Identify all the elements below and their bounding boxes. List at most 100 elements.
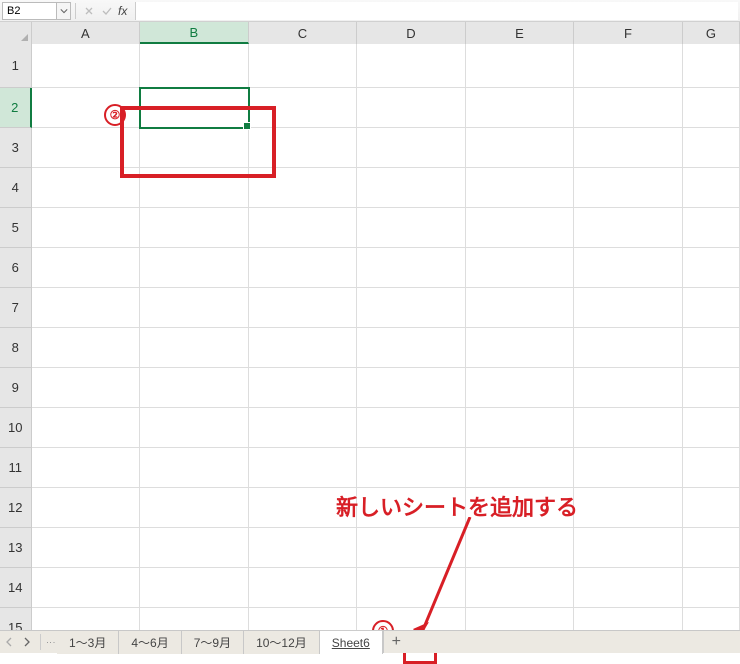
cell-E10[interactable] bbox=[466, 408, 575, 448]
cell-C2[interactable] bbox=[249, 88, 358, 128]
cell-D14[interactable] bbox=[357, 568, 466, 608]
cell-D2[interactable] bbox=[357, 88, 466, 128]
cell-D1[interactable] bbox=[357, 44, 466, 88]
sheet-tab-1～3月[interactable]: 1～3月 bbox=[57, 631, 119, 654]
cell-A10[interactable] bbox=[32, 408, 141, 448]
cell-D11[interactable] bbox=[357, 448, 466, 488]
cell-C10[interactable] bbox=[249, 408, 358, 448]
cell-F2[interactable] bbox=[574, 88, 683, 128]
row-header-10[interactable]: 10 bbox=[0, 408, 32, 448]
cell-G14[interactable] bbox=[683, 568, 740, 608]
cell-C4[interactable] bbox=[249, 168, 358, 208]
select-all-corner[interactable] bbox=[0, 22, 32, 44]
cell-F9[interactable] bbox=[574, 368, 683, 408]
cell-E6[interactable] bbox=[466, 248, 575, 288]
sheet-nav-prev[interactable] bbox=[0, 631, 18, 653]
cell-B1[interactable] bbox=[140, 44, 249, 88]
row-header-12[interactable]: 12 bbox=[0, 488, 32, 528]
column-header-D[interactable]: D bbox=[357, 22, 466, 44]
cell-G9[interactable] bbox=[683, 368, 740, 408]
cell-F5[interactable] bbox=[574, 208, 683, 248]
cell-C3[interactable] bbox=[249, 128, 358, 168]
name-box-dropdown[interactable] bbox=[57, 2, 71, 20]
sheet-tab-4～6月[interactable]: 4～6月 bbox=[119, 631, 181, 654]
cell-A4[interactable] bbox=[32, 168, 141, 208]
cell-C14[interactable] bbox=[249, 568, 358, 608]
cell-E5[interactable] bbox=[466, 208, 575, 248]
cell-D4[interactable] bbox=[357, 168, 466, 208]
cell-F10[interactable] bbox=[574, 408, 683, 448]
sheet-tab-Sheet6[interactable]: Sheet6 bbox=[320, 630, 383, 654]
row-header-3[interactable]: 3 bbox=[0, 128, 32, 168]
cell-C1[interactable] bbox=[249, 44, 358, 88]
cell-A7[interactable] bbox=[32, 288, 141, 328]
enter-formula-button[interactable] bbox=[98, 2, 116, 20]
cell-G7[interactable] bbox=[683, 288, 740, 328]
cell-D12[interactable] bbox=[357, 488, 466, 528]
cell-G13[interactable] bbox=[683, 528, 740, 568]
cell-E9[interactable] bbox=[466, 368, 575, 408]
cell-B5[interactable] bbox=[140, 208, 249, 248]
cell-D10[interactable] bbox=[357, 408, 466, 448]
cell-B12[interactable] bbox=[140, 488, 249, 528]
column-header-B[interactable]: B bbox=[140, 22, 249, 44]
cell-F11[interactable] bbox=[574, 448, 683, 488]
cell-A12[interactable] bbox=[32, 488, 141, 528]
cell-D3[interactable] bbox=[357, 128, 466, 168]
cell-B6[interactable] bbox=[140, 248, 249, 288]
cell-E1[interactable] bbox=[466, 44, 575, 88]
cancel-formula-button[interactable] bbox=[80, 2, 98, 20]
cell-F3[interactable] bbox=[574, 128, 683, 168]
cell-G11[interactable] bbox=[683, 448, 740, 488]
cell-G12[interactable] bbox=[683, 488, 740, 528]
cell-C13[interactable] bbox=[249, 528, 358, 568]
cell-G4[interactable] bbox=[683, 168, 740, 208]
row-header-5[interactable]: 5 bbox=[0, 208, 32, 248]
cell-E7[interactable] bbox=[466, 288, 575, 328]
cell-D9[interactable] bbox=[357, 368, 466, 408]
cell-B3[interactable] bbox=[140, 128, 249, 168]
sheet-nav-next[interactable] bbox=[18, 631, 36, 653]
cell-F13[interactable] bbox=[574, 528, 683, 568]
cell-E2[interactable] bbox=[466, 88, 575, 128]
cell-G2[interactable] bbox=[683, 88, 740, 128]
cell-F7[interactable] bbox=[574, 288, 683, 328]
cell-F12[interactable] bbox=[574, 488, 683, 528]
column-header-A[interactable]: A bbox=[32, 22, 141, 44]
cell-C11[interactable] bbox=[249, 448, 358, 488]
cell-C5[interactable] bbox=[249, 208, 358, 248]
row-header-6[interactable]: 6 bbox=[0, 248, 32, 288]
cell-C9[interactable] bbox=[249, 368, 358, 408]
cell-G5[interactable] bbox=[683, 208, 740, 248]
cell-A1[interactable] bbox=[32, 44, 141, 88]
cell-C8[interactable] bbox=[249, 328, 358, 368]
cell-G6[interactable] bbox=[683, 248, 740, 288]
name-box[interactable]: B2 bbox=[2, 2, 57, 20]
cell-E4[interactable] bbox=[466, 168, 575, 208]
cell-D13[interactable] bbox=[357, 528, 466, 568]
column-header-G[interactable]: G bbox=[683, 22, 740, 44]
cell-A6[interactable] bbox=[32, 248, 141, 288]
cell-G10[interactable] bbox=[683, 408, 740, 448]
cell-C7[interactable] bbox=[249, 288, 358, 328]
cell-D6[interactable] bbox=[357, 248, 466, 288]
column-header-E[interactable]: E bbox=[466, 22, 575, 44]
row-header-11[interactable]: 11 bbox=[0, 448, 32, 488]
cell-E14[interactable] bbox=[466, 568, 575, 608]
cell-B4[interactable] bbox=[140, 168, 249, 208]
row-header-9[interactable]: 9 bbox=[0, 368, 32, 408]
row-header-14[interactable]: 14 bbox=[0, 568, 32, 608]
sheet-tab-10～12月[interactable]: 10～12月 bbox=[244, 631, 320, 654]
cell-B8[interactable] bbox=[140, 328, 249, 368]
formula-input[interactable] bbox=[135, 2, 738, 20]
cell-A11[interactable] bbox=[32, 448, 141, 488]
cell-B9[interactable] bbox=[140, 368, 249, 408]
row-header-13[interactable]: 13 bbox=[0, 528, 32, 568]
column-header-F[interactable]: F bbox=[574, 22, 683, 44]
cell-B13[interactable] bbox=[140, 528, 249, 568]
cell-A2[interactable] bbox=[32, 88, 141, 128]
cell-C12[interactable] bbox=[249, 488, 358, 528]
column-header-C[interactable]: C bbox=[249, 22, 358, 44]
cell-G3[interactable] bbox=[683, 128, 740, 168]
cell-D8[interactable] bbox=[357, 328, 466, 368]
